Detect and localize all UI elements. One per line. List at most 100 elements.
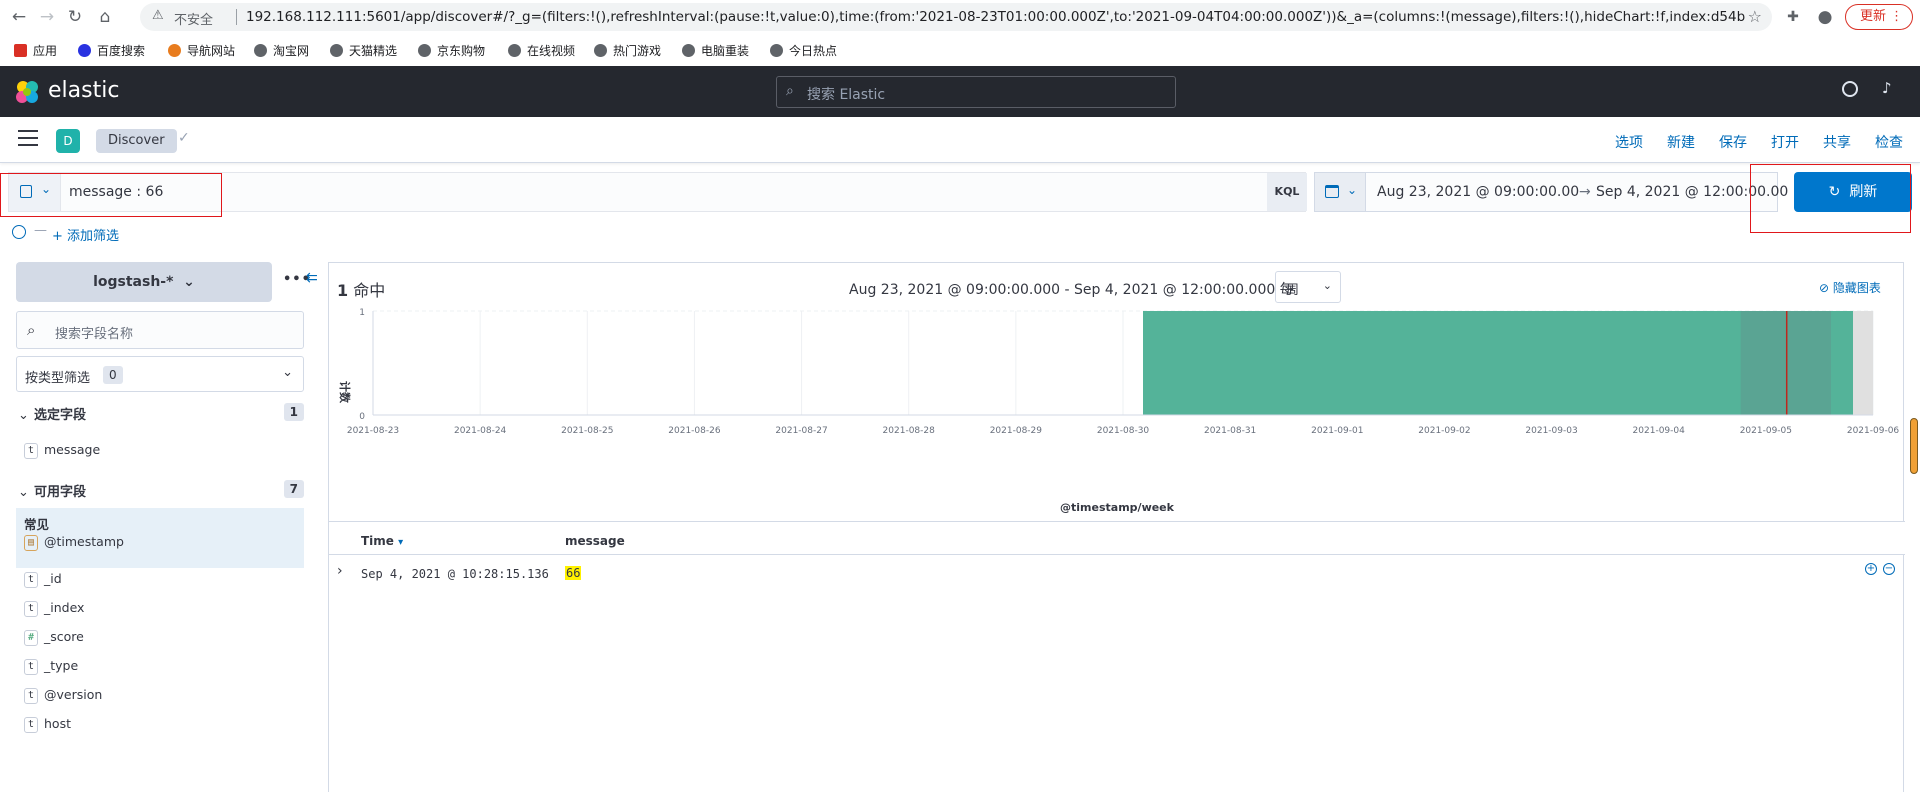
- x-tick-label: 2021-09-05: [1740, 426, 1792, 436]
- inspect-link[interactable]: 检查: [1875, 132, 1903, 152]
- bookmark-item[interactable]: 京东购物: [418, 42, 485, 59]
- filter-options-icon[interactable]: [12, 225, 26, 239]
- row-message: 66: [565, 566, 582, 580]
- selected-fields-header[interactable]: ⌄ 选定字段 1: [18, 403, 304, 423]
- bookmark-item[interactable]: 天猫精选: [330, 42, 397, 59]
- quick-date-button[interactable]: ⌄: [1314, 172, 1366, 212]
- open-link[interactable]: 打开: [1771, 132, 1799, 152]
- bookmark-label: 淘宝网: [273, 44, 310, 58]
- bookmark-label: 百度搜索: [97, 44, 146, 58]
- globe-icon: [508, 44, 521, 57]
- date-range-picker[interactable]: Aug 23, 2021 @ 09:00:00.00 → Sep 4, 2021…: [1366, 172, 1788, 212]
- refresh-button[interactable]: ↻ 刷新: [1794, 172, 1912, 212]
- address-bar[interactable]: ⚠ 不安全 192.168.112.111:5601/app/discover#…: [140, 3, 1772, 31]
- bookmark-item[interactable]: 热门游戏: [594, 42, 661, 59]
- field-name: message: [44, 442, 101, 457]
- check-icon: ✓: [178, 130, 190, 146]
- x-tick-label: 2021-08-31: [1204, 426, 1256, 436]
- chevron-down-icon: ⌄: [41, 182, 52, 196]
- profile-icon[interactable]: ●: [1814, 6, 1836, 28]
- field-item-version[interactable]: t @version: [24, 687, 102, 704]
- refresh-label: 刷新: [1849, 184, 1878, 200]
- page-scrollbar[interactable]: [1910, 418, 1918, 474]
- share-link[interactable]: 共享: [1823, 132, 1851, 152]
- column-header-time[interactable]: Time ▾: [361, 534, 403, 548]
- new-link[interactable]: 新建: [1667, 132, 1695, 152]
- warning-icon: ⚠: [152, 8, 164, 23]
- kql-language-button[interactable]: KQL: [1267, 173, 1307, 211]
- add-filter-button[interactable]: + 添加筛选: [52, 225, 119, 244]
- bookmark-item[interactable]: 在线视频: [508, 42, 575, 59]
- field-item-index[interactable]: t _index: [24, 600, 84, 617]
- filter-out-value-icon[interactable]: −: [1883, 563, 1895, 575]
- forward-icon[interactable]: →: [36, 6, 58, 28]
- hide-chart-button[interactable]: ⊘ 隐藏图表: [1819, 279, 1881, 296]
- update-button[interactable]: 更新 ⋮: [1845, 4, 1913, 30]
- chevron-down-icon: ⌄: [1322, 279, 1332, 292]
- elastic-logo-text[interactable]: elastic: [48, 78, 119, 103]
- field-item-type[interactable]: t _type: [24, 658, 78, 675]
- field-item-message[interactable]: t message: [24, 442, 100, 459]
- index-pattern-selector[interactable]: logstash-* ⌄: [16, 262, 272, 302]
- selected-fields-title: 选定字段: [34, 408, 87, 423]
- bookmark-star-icon[interactable]: ☆: [1748, 7, 1762, 26]
- browser-toolbar: ← → ↻ ⌂ ⚠ 不安全 192.168.112.111:5601/app/d…: [0, 0, 1920, 34]
- field-name: _id: [44, 571, 62, 586]
- available-fields-header[interactable]: ⌄ 可用字段 7: [18, 480, 304, 500]
- partial-bucket-overlay: [1740, 311, 1831, 415]
- extensions-icon[interactable]: ✚: [1782, 6, 1804, 28]
- save-icon: [20, 185, 32, 198]
- field-search-placeholder: 搜索字段名称: [55, 327, 134, 342]
- bookmark-item[interactable]: 今日热点: [770, 42, 837, 59]
- breadcrumb-discover[interactable]: Discover: [96, 129, 177, 153]
- interval-select[interactable]: 周 ⌄: [1275, 271, 1341, 303]
- reload-icon[interactable]: ↻: [64, 6, 86, 28]
- x-tick-label: 2021-09-04: [1633, 426, 1686, 436]
- column-header-message[interactable]: message: [565, 534, 625, 548]
- row-time: Sep 4, 2021 @ 10:28:15.136: [361, 567, 549, 581]
- type-filter-dropdown[interactable]: 按类型筛选 0 ⌄: [16, 356, 304, 392]
- histogram-chart[interactable]: 0 1 2021-08-23 2021-08-24 2021-08-25 2021-08-…: [329, 303, 1905, 521]
- news-feed-icon[interactable]: ♪: [1882, 79, 1892, 97]
- help-icon[interactable]: [1842, 81, 1858, 97]
- field-item-host[interactable]: t host: [24, 716, 71, 733]
- date-start[interactable]: Aug 23, 2021 @ 09:00:00.00: [1377, 184, 1579, 200]
- interval-value: 周: [1286, 283, 1300, 298]
- options-link[interactable]: 选项: [1615, 132, 1643, 152]
- elastic-logo-icon[interactable]: [14, 79, 40, 105]
- globe-icon: [770, 44, 783, 57]
- global-search-input[interactable]: ⌕ 搜索 Elastic: [776, 76, 1176, 108]
- space-avatar[interactable]: D: [56, 129, 80, 153]
- field-item-timestamp[interactable]: ▤ @timestamp: [24, 534, 124, 551]
- expand-row-icon[interactable]: ›: [337, 563, 343, 579]
- x-tick-label: 2021-09-06: [1847, 426, 1900, 436]
- url-text[interactable]: 192.168.112.111:5601/app/discover#/?_g=(…: [246, 9, 1746, 25]
- query-input[interactable]: message : 66: [69, 184, 163, 200]
- bookmark-apps[interactable]: 应用: [14, 42, 57, 59]
- globe-icon: [330, 44, 343, 57]
- home-icon[interactable]: ⌂: [94, 6, 116, 28]
- collapse-sidebar-icon[interactable]: ⇇: [306, 270, 318, 286]
- field-item-score[interactable]: # _score: [24, 629, 84, 646]
- save-link[interactable]: 保存: [1719, 132, 1747, 152]
- string-type-icon: t: [24, 717, 38, 733]
- table-row: › Sep 4, 2021 @ 10:28:15.136 66 + −: [329, 555, 1905, 589]
- bookmark-item[interactable]: 百度搜索: [78, 42, 145, 59]
- available-fields-title: 可用字段: [34, 485, 87, 500]
- field-item-id[interactable]: t _id: [24, 571, 62, 588]
- globe-icon: [594, 44, 607, 57]
- sort-down-icon[interactable]: ▾: [398, 537, 403, 548]
- hamburger-menu-icon[interactable]: [18, 130, 38, 151]
- date-end[interactable]: Sep 4, 2021 @ 12:00:00.00: [1596, 184, 1788, 200]
- hits-label: 命中: [353, 281, 386, 300]
- field-search-input[interactable]: ⌕ 搜索字段名称: [16, 311, 304, 349]
- hide-chart-label: 隐藏图表: [1832, 281, 1881, 295]
- bookmark-item[interactable]: 淘宝网: [254, 42, 309, 59]
- filter-for-value-icon[interactable]: +: [1865, 563, 1877, 575]
- saved-query-button[interactable]: ⌄: [9, 173, 61, 211]
- field-name: host: [44, 716, 71, 731]
- bookmark-item[interactable]: 导航网站: [168, 42, 235, 59]
- bookmark-item[interactable]: 电脑重装: [682, 42, 749, 59]
- number-type-icon: #: [24, 630, 38, 646]
- back-icon[interactable]: ←: [8, 6, 30, 28]
